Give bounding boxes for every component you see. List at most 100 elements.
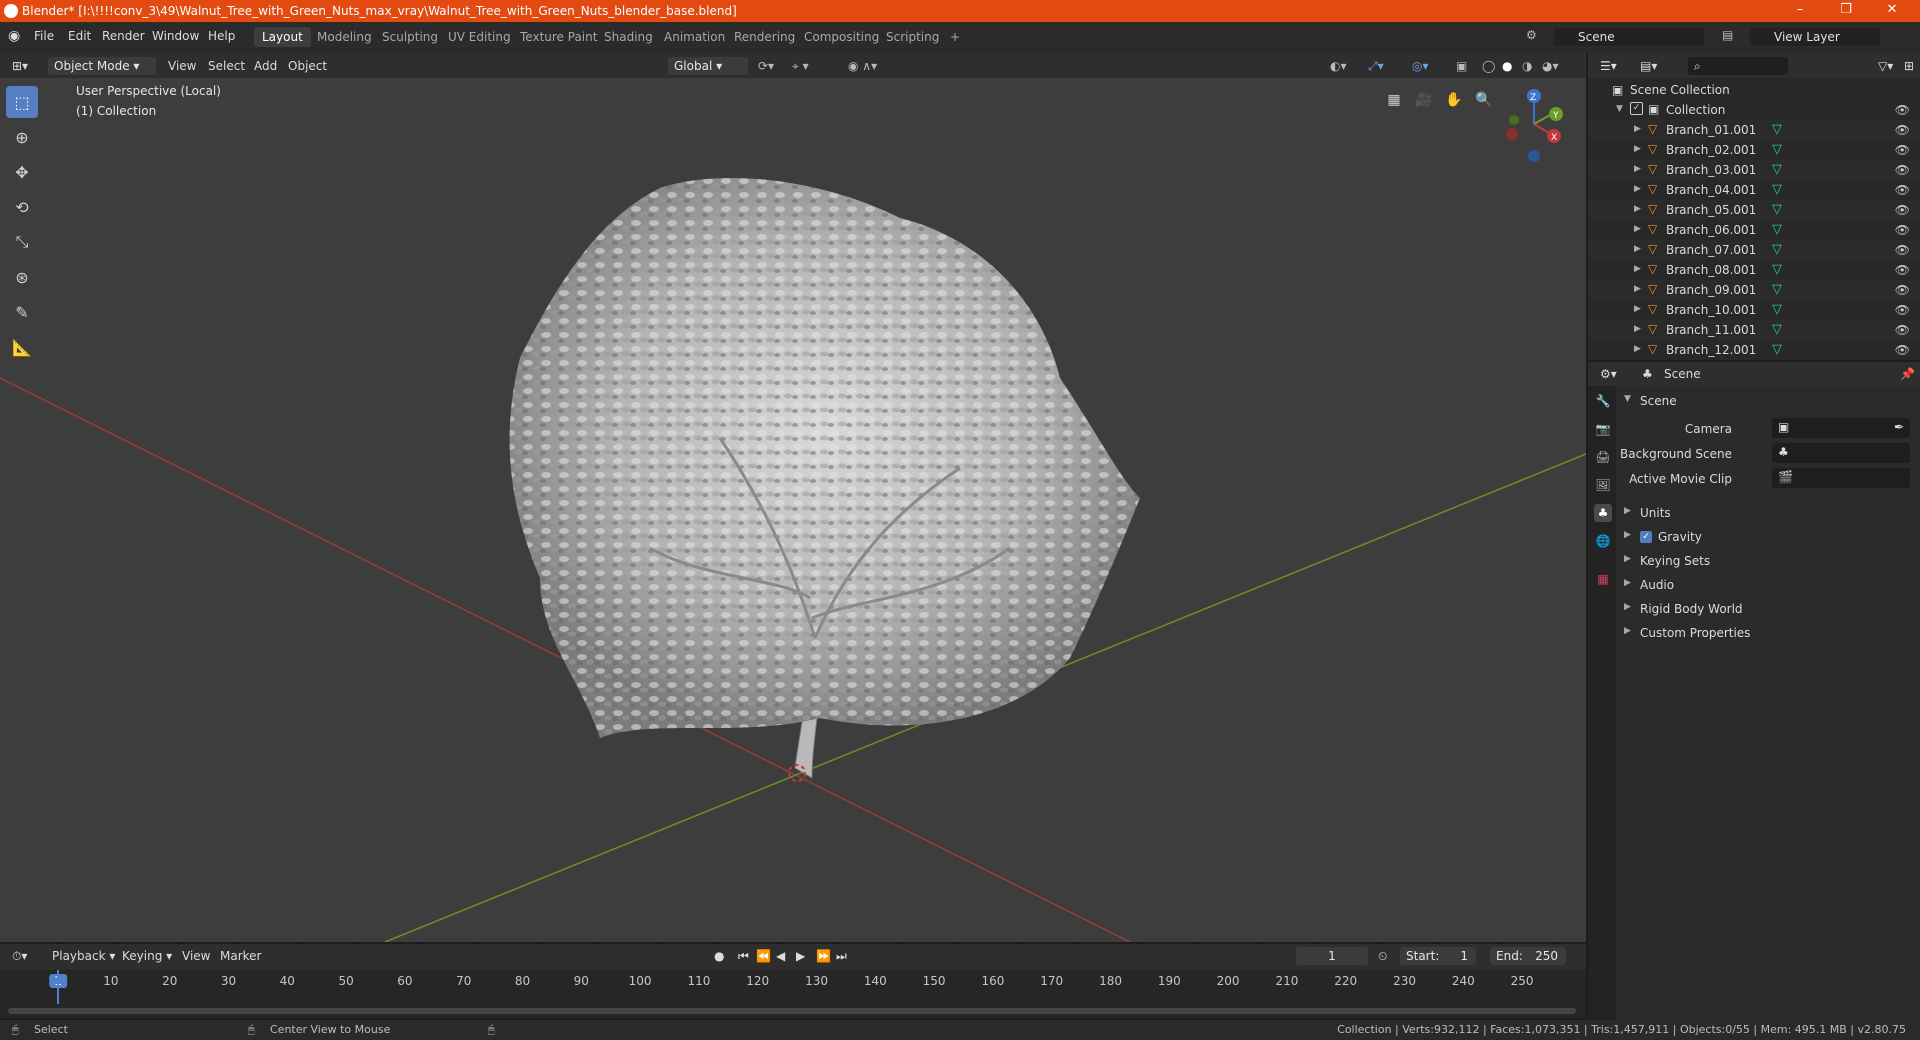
mesh-data-icon[interactable]: ▽ [1772, 282, 1782, 297]
eye-icon[interactable]: 👁 [1895, 183, 1910, 197]
view-layer-selector[interactable]: View Layer [1750, 28, 1880, 46]
gravity-checkbox[interactable]: ✓ [1640, 531, 1652, 543]
proportional-edit-icon[interactable]: ◉ ∧▾ [848, 57, 877, 75]
expand-triangle-icon[interactable]: ▶ [1634, 344, 1641, 354]
mesh-data-icon[interactable]: ▽ [1772, 202, 1782, 217]
current-frame-field[interactable]: 1 [1296, 947, 1368, 965]
outliner-item[interactable]: ▶ ▽ Branch_02.001 ▽ 👁 [1588, 140, 1920, 160]
mesh-data-icon[interactable]: ▽ [1772, 162, 1782, 177]
view-layer-tab-icon[interactable]: 🖼 [1594, 476, 1612, 494]
menu-file[interactable]: File [34, 29, 54, 43]
outliner-item[interactable]: ▶ ▽ Branch_06.001 ▽ 👁 [1588, 220, 1920, 240]
menu-view[interactable]: View [168, 57, 196, 75]
outliner-item[interactable]: ▶ ▽ Branch_09.001 ▽ 👁 [1588, 280, 1920, 300]
keying-menu[interactable]: Keying ▾ [122, 947, 172, 965]
eyedropper-icon[interactable]: ✒ [1894, 420, 1904, 434]
outliner-editor-icon[interactable]: ☰▾ [1600, 57, 1617, 75]
menu-add[interactable]: Add [254, 57, 277, 75]
eye-icon[interactable]: 👁 [1895, 243, 1910, 257]
eye-icon[interactable]: 👁 [1895, 323, 1910, 337]
solid-shading-icon[interactable]: ● [1502, 57, 1512, 75]
outliner-item[interactable]: ▶ ▽ Branch_04.001 ▽ 👁 [1588, 180, 1920, 200]
scale-tool[interactable]: ⤡ [6, 226, 38, 258]
outliner-item[interactable]: ▶ ▽ Branch_08.001 ▽ 👁 [1588, 260, 1920, 280]
eye-icon[interactable]: 👁 [1895, 123, 1910, 137]
movie-clip-field[interactable]: 🎬 [1772, 468, 1910, 488]
output-tab-icon[interactable]: 🖨 [1594, 448, 1612, 466]
outliner-item[interactable]: ▶ ▽ Branch_11.001 ▽ 👁 [1588, 320, 1920, 340]
overlay-toggle-icon[interactable]: ◎▾ [1412, 57, 1429, 75]
collection-row[interactable]: ▼ ✓ ▣ Collection 👁 [1588, 100, 1920, 120]
mesh-data-icon[interactable]: ▽ [1772, 342, 1782, 357]
maximize-button[interactable]: ❐ [1826, 2, 1866, 20]
outliner-item[interactable]: ▶ ▽ Branch_12.001 ▽ 👁 [1588, 340, 1920, 360]
scene-collection-row[interactable]: ▣ Scene Collection [1588, 80, 1920, 100]
eye-icon[interactable]: 👁 [1895, 343, 1910, 357]
collapse-triangle-icon[interactable]: ▼ [1616, 104, 1623, 114]
display-mode-icon[interactable]: ▤▾ [1640, 57, 1657, 75]
move-tool[interactable]: ✥ [6, 156, 38, 188]
prev-keyframe-button[interactable]: ⏪ [756, 947, 771, 965]
tab-modeling[interactable]: Modeling [309, 27, 380, 47]
play-button[interactable]: ▶ [796, 947, 805, 965]
custom-properties-panel[interactable]: ▶ Custom Properties [1616, 622, 1920, 646]
jump-start-button[interactable]: ⏮ [738, 947, 749, 965]
tab-sculpting[interactable]: Sculpting [374, 27, 446, 47]
eye-icon[interactable]: 👁 [1895, 143, 1910, 157]
expand-triangle-icon[interactable]: ▶ [1634, 184, 1641, 194]
timeline-view-menu[interactable]: View [182, 947, 210, 965]
expand-triangle-icon[interactable]: ▶ [1634, 144, 1641, 154]
tab-layout[interactable]: Layout [254, 27, 311, 47]
play-reverse-button[interactable]: ◀ [776, 947, 785, 965]
mesh-data-icon[interactable]: ▽ [1772, 242, 1782, 257]
zoom-icon[interactable]: 🔍 [1472, 88, 1496, 112]
outliner-item[interactable]: ▶ ▽ Branch_05.001 ▽ 👁 [1588, 200, 1920, 220]
orientation-dropdown[interactable]: Global ▾ [668, 57, 748, 75]
expand-triangle-icon[interactable]: ▶ [1634, 264, 1641, 274]
camera-view-icon[interactable]: 🎥 [1412, 88, 1436, 112]
mesh-data-icon[interactable]: ▽ [1772, 222, 1782, 237]
measure-tool[interactable]: 📐 [6, 331, 38, 363]
expand-triangle-icon[interactable]: ▶ [1634, 324, 1641, 334]
record-button[interactable]: ● [714, 947, 724, 965]
timeline-body[interactable]: 1102030405060708090100110120130140150160… [0, 970, 1586, 1018]
mesh-data-icon[interactable]: ▽ [1772, 322, 1782, 337]
menu-object[interactable]: Object [288, 57, 327, 75]
expand-triangle-icon[interactable]: ▶ [1634, 124, 1641, 134]
end-frame-field[interactable]: End: 250 [1490, 947, 1566, 965]
eye-icon[interactable]: 👁 [1895, 223, 1910, 237]
gizmo-toggle-icon[interactable]: ⤢▾ [1368, 57, 1384, 75]
eye-icon[interactable]: 👁 [1895, 163, 1910, 177]
collection-checkbox[interactable]: ✓ [1630, 102, 1643, 115]
scene-selector[interactable]: Scene [1554, 28, 1704, 46]
eye-icon[interactable]: 👁 [1895, 283, 1910, 297]
snap-icon[interactable]: ⌖ ▾ [792, 57, 809, 75]
start-frame-field[interactable]: Start: 1 [1400, 947, 1476, 965]
scene-panel-header[interactable]: ▼ Scene [1616, 390, 1920, 414]
mesh-data-icon[interactable]: ▽ [1772, 122, 1782, 137]
expand-triangle-icon[interactable]: ▶ [1634, 284, 1641, 294]
gravity-panel[interactable]: ▶ ✓ Gravity [1616, 526, 1920, 550]
rotate-tool[interactable]: ⟲ [6, 191, 38, 223]
outliner-item[interactable]: ▶ ▽ Branch_01.001 ▽ 👁 [1588, 120, 1920, 140]
timeline-editor-icon[interactable]: ⏱▾ [12, 947, 27, 965]
playhead[interactable] [57, 970, 59, 1004]
minimize-button[interactable]: – [1780, 2, 1820, 20]
grid-view-icon[interactable]: ▦ [1382, 88, 1406, 112]
close-button[interactable]: ✕ [1872, 2, 1912, 20]
rigid-body-world-panel[interactable]: ▶ Rigid Body World [1616, 598, 1920, 622]
eye-icon[interactable]: 👁 [1895, 203, 1910, 217]
scene-tab-icon[interactable]: ♣ [1594, 504, 1612, 522]
marker-menu[interactable]: Marker [220, 947, 261, 965]
menu-window[interactable]: Window [152, 29, 199, 43]
tab-shading[interactable]: Shading [596, 27, 661, 47]
tab-rendering[interactable]: Rendering [726, 27, 803, 47]
audio-panel[interactable]: ▶ Audio [1616, 574, 1920, 598]
background-scene-field[interactable]: ♣ [1772, 443, 1910, 463]
editor-type-icon[interactable]: ⊞▾ [12, 57, 28, 75]
eye-icon[interactable]: 👁 [1895, 303, 1910, 317]
tab-animation[interactable]: Animation [656, 27, 733, 47]
expand-triangle-icon[interactable]: ▶ [1634, 304, 1641, 314]
wireframe-shading-icon[interactable]: ◯ [1482, 57, 1495, 75]
3d-viewport[interactable]: ⬚ ⊕ ✥ ⟲ ⤡ ⊛ ✎ 📐 User Perspective (Local)… [0, 78, 1586, 942]
